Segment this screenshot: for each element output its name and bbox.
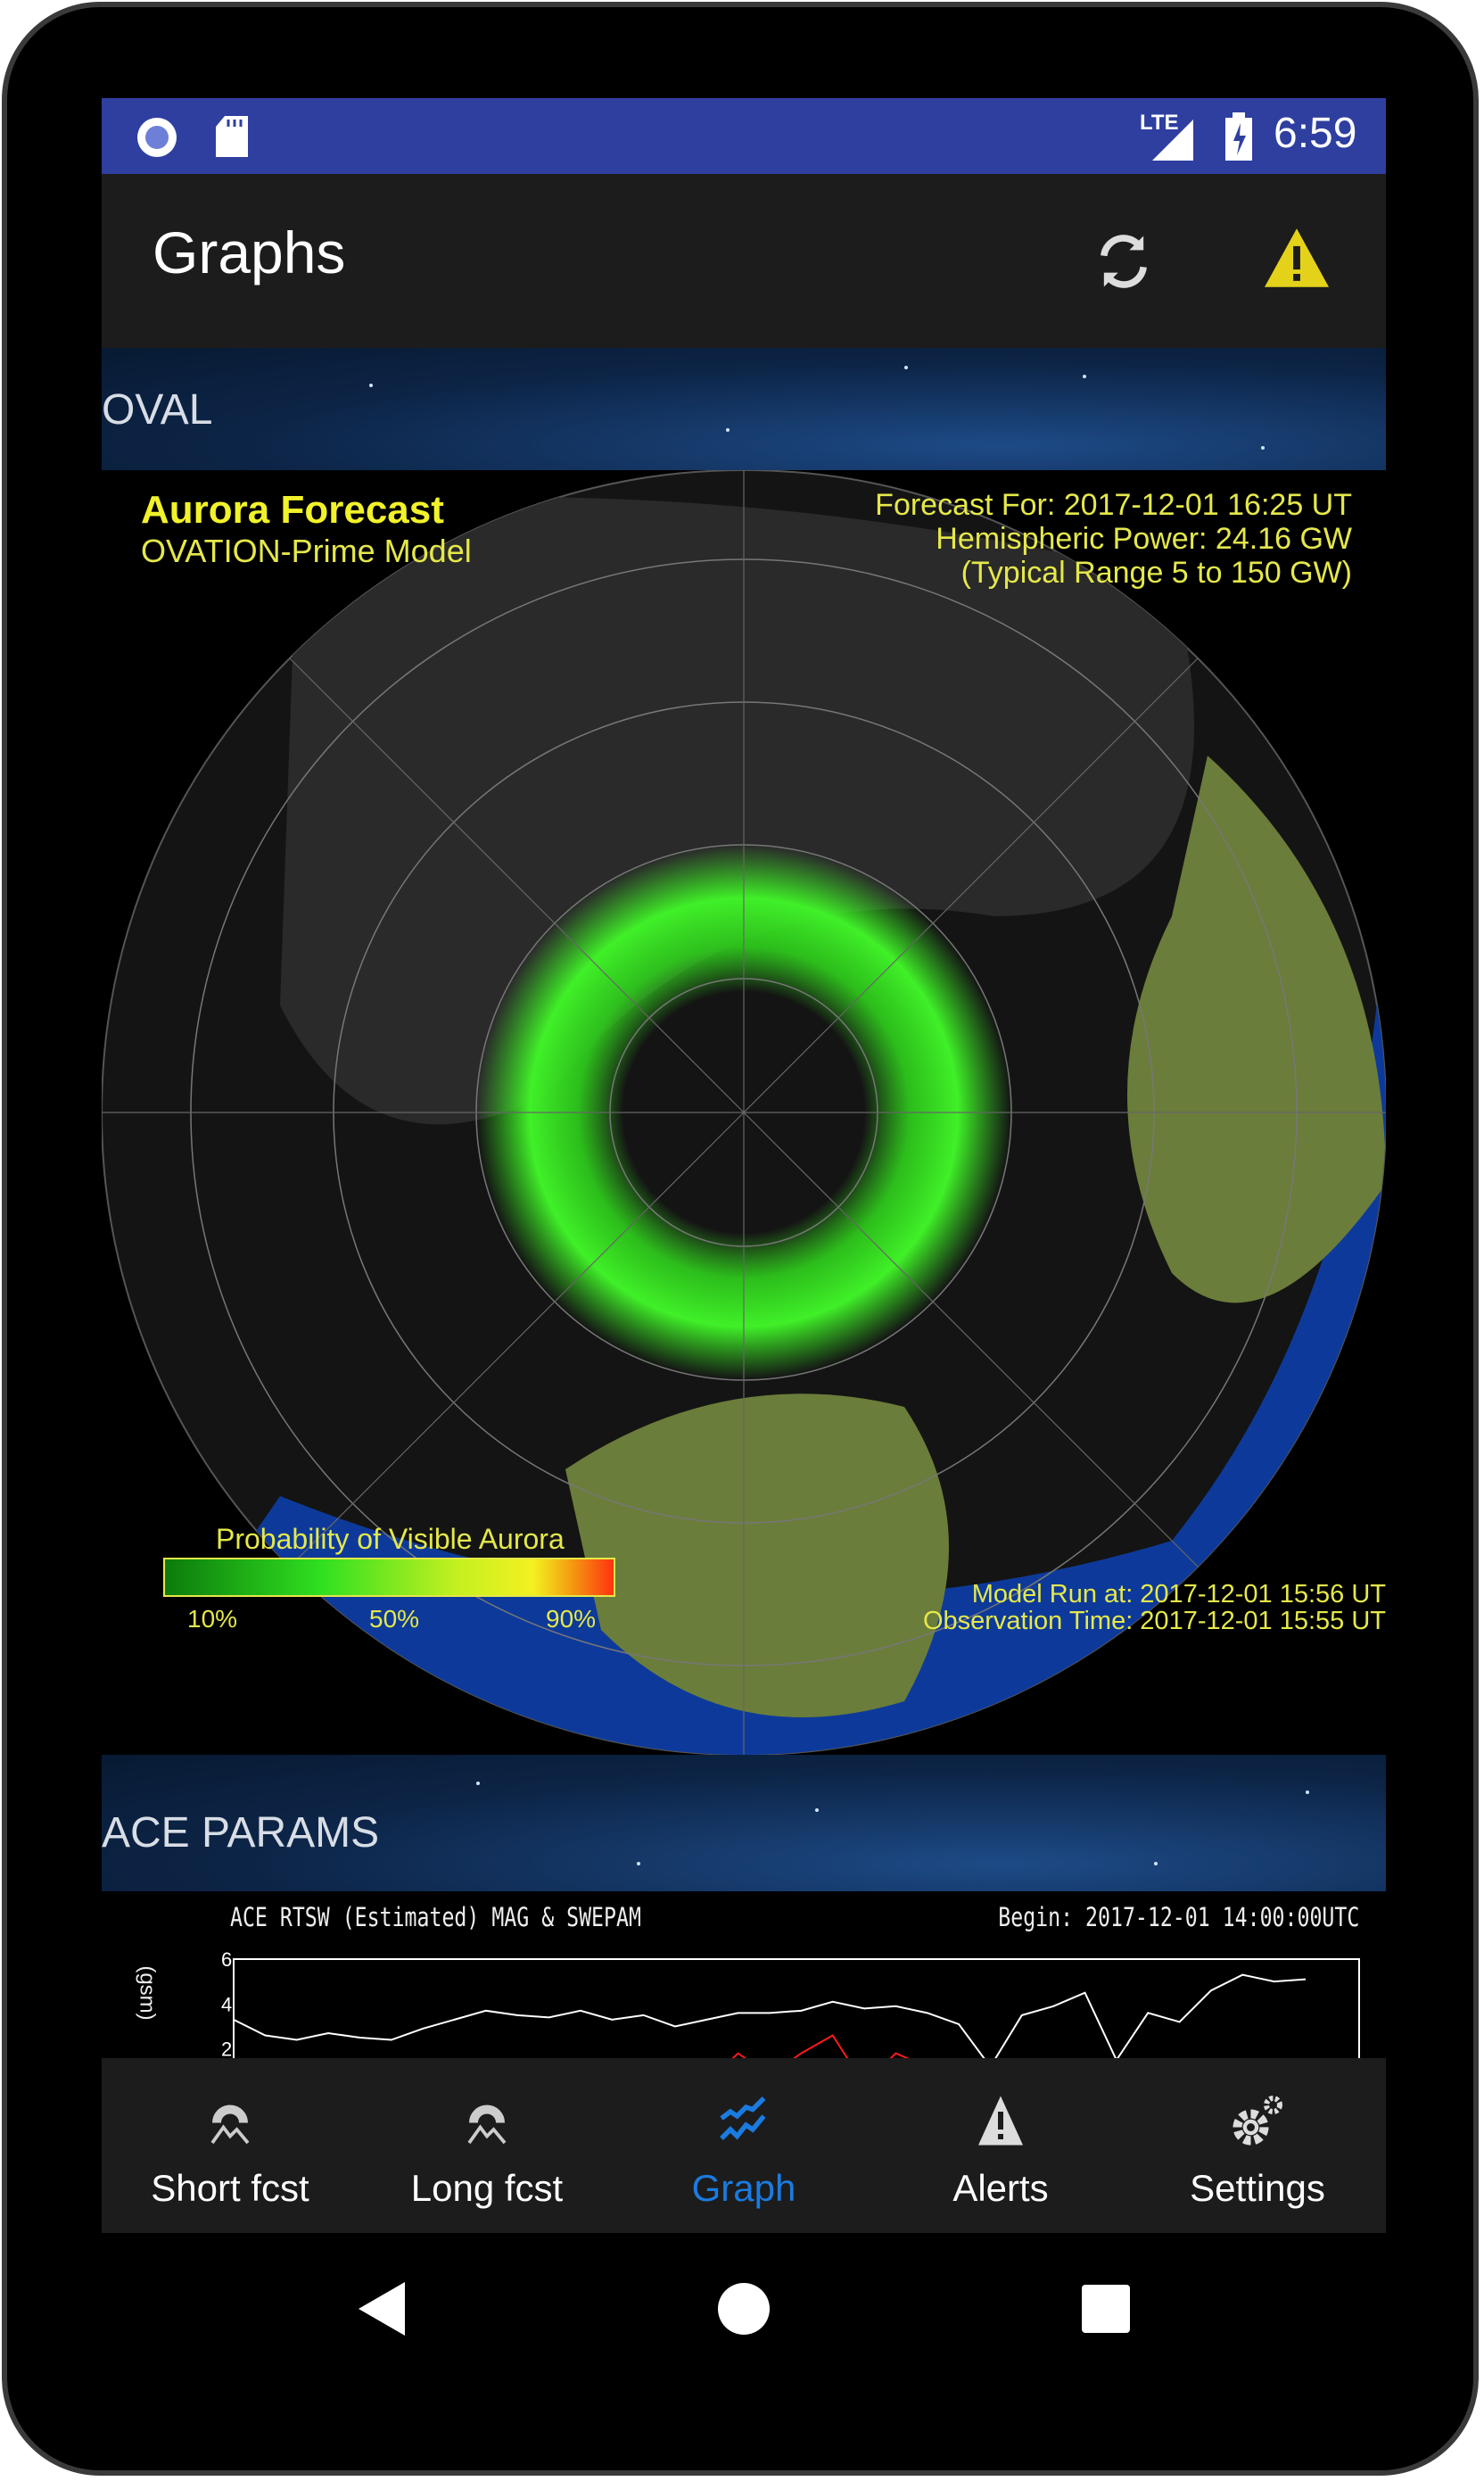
- home-icon[interactable]: [717, 2282, 771, 2336]
- back-icon[interactable]: [357, 2280, 407, 2337]
- clock: 6:59: [1274, 110, 1357, 157]
- warning-icon[interactable]: [1261, 226, 1332, 290]
- aurora-subtitle: OVATION-Prime Model: [141, 533, 472, 569]
- y-tick-label: 4: [221, 1993, 232, 2015]
- page-title: Graphs: [153, 219, 346, 285]
- app-bar: Graphs: [102, 174, 1386, 348]
- legend-tick: 10%: [187, 1605, 238, 1633]
- battery-charging-icon: [1225, 112, 1252, 161]
- nav-item-graph[interactable]: Graph: [615, 2058, 872, 2233]
- series-line-0: [233, 1973, 1307, 2058]
- nav-label: Long fcst: [410, 2167, 564, 2209]
- y-tick-label: 6: [221, 1948, 232, 1971]
- oval-section-header: OVAL: [102, 348, 1386, 470]
- legend-title: Probability of Visible Aurora: [216, 1523, 565, 1555]
- nav-item-short-fcst[interactable]: Short fcst: [102, 2058, 359, 2233]
- forecast-time: Forecast For: 2017-12-01 16:25 UT: [875, 488, 1352, 522]
- screen: LTE 6:59 Graphs OVAL Aurora Forecast OVA…: [102, 98, 1386, 2233]
- signal-icon: [1152, 120, 1193, 161]
- nav-item-alerts[interactable]: Alerts: [872, 2058, 1129, 2233]
- nav-label: Short fcst: [151, 2167, 309, 2209]
- nav-label: Graph: [691, 2167, 796, 2209]
- section-label: OVAL: [102, 386, 213, 434]
- plot-frame: [233, 1958, 1360, 2058]
- hemispheric-power: Hemispheric Power: 24.16 GW: [936, 522, 1352, 556]
- typical-range: (Typical Range 5 to 150 GW): [960, 556, 1352, 590]
- settings-icon: [1233, 2096, 1282, 2146]
- probability-legend-bar: [163, 1558, 615, 1597]
- bottom-navigation: Short fcst Long fcst Graph Alerts Settin…: [102, 2058, 1386, 2233]
- chart-plot: 6420: [221, 1948, 1360, 2058]
- graph-icon: [720, 2096, 766, 2140]
- nav-item-long-fcst[interactable]: Long fcst: [359, 2058, 615, 2233]
- alert-icon: [978, 2096, 1023, 2146]
- legend-tick: 90%: [546, 1605, 597, 1633]
- ace-chart: ACE RTSW (Estimated) MAG & SWEPAM Begin:…: [102, 1891, 1386, 2058]
- aurora-globe: [102, 469, 1386, 1756]
- section-label: ACE PARAMS: [102, 1809, 380, 1857]
- recents-icon[interactable]: [1081, 2284, 1131, 2334]
- ace-params-section-header: ACE PARAMS: [102, 1755, 1386, 1891]
- legend-tick: 50%: [369, 1605, 420, 1633]
- aurora-forecast-image: Aurora Forecast OVATION-Prime Model Fore…: [102, 469, 1386, 1756]
- aurora-title: Aurora Forecast: [141, 488, 444, 532]
- aurora-mountain-icon: [467, 2105, 507, 2145]
- nav-item-settings[interactable]: Settings: [1129, 2058, 1386, 2233]
- nav-label: Settings: [1190, 2167, 1325, 2209]
- aurora-mountain-icon: [210, 2105, 250, 2145]
- record-icon: [137, 118, 177, 157]
- refresh-icon[interactable]: [1090, 227, 1158, 295]
- sd-card-icon: [216, 116, 248, 157]
- nav-label: Alerts: [952, 2167, 1049, 2209]
- y-tick-label: 2: [221, 2039, 232, 2058]
- observation-time: Observation Time: 2017-12-01 15:55 UT: [922, 1607, 1386, 1635]
- model-run-time: Model Run at: 2017-12-01 15:56 UT: [971, 1580, 1386, 1609]
- status-bar: LTE 6:59: [102, 98, 1386, 174]
